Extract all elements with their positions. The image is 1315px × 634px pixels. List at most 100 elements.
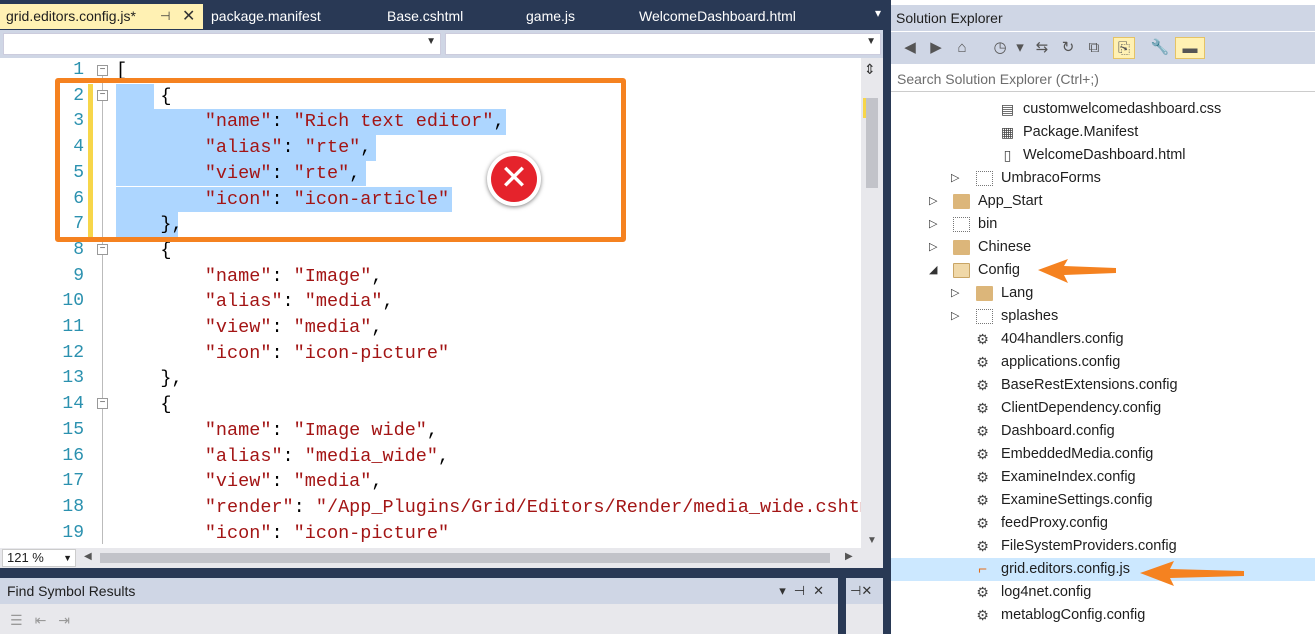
tree-item-css[interactable]: ▤ customwelcomedashboard.css bbox=[891, 98, 1315, 121]
tab-grid-editors-config[interactable]: grid.editors.config.js* ⊣ ✕ bbox=[0, 4, 203, 29]
callout-arrow-config bbox=[1038, 259, 1116, 283]
sync-icon[interactable]: ⇆ bbox=[1031, 37, 1053, 59]
expand-icon[interactable]: ▷ bbox=[951, 167, 963, 190]
tree-item-config-file[interactable]: ⚙ feedProxy.config bbox=[891, 512, 1315, 535]
tree-item-config-file[interactable]: ⚙ BaseRestExtensions.config bbox=[891, 374, 1315, 397]
show-all-files-icon[interactable]: ⎘ bbox=[1113, 37, 1135, 59]
config-file-icon: ⚙ bbox=[976, 492, 989, 508]
config-file-icon: ⚙ bbox=[976, 400, 989, 416]
document-tab-bar: grid.editors.config.js* ⊣ ✕ package.mani… bbox=[0, 4, 883, 29]
tree-item-config-file[interactable]: ⚙ 404handlers.config bbox=[891, 328, 1315, 351]
folder-icon bbox=[953, 240, 970, 255]
home-icon[interactable]: ⌂ bbox=[951, 37, 973, 59]
config-file-icon: ⚙ bbox=[976, 469, 989, 485]
expand-icon[interactable]: ▷ bbox=[929, 190, 941, 213]
tree-item-bin[interactable]: ▷ bin bbox=[891, 213, 1315, 236]
tab-welcome-dashboard[interactable]: WelcomeDashboard.html bbox=[633, 4, 833, 29]
collapse-icon[interactable]: − bbox=[97, 244, 108, 255]
tree-item-config-file[interactable]: ⚙ FileSystemProviders.config bbox=[891, 535, 1315, 558]
collapse-all-icon[interactable]: ⧉ bbox=[1083, 37, 1105, 59]
tree-item-app-start[interactable]: ▷ App_Start bbox=[891, 190, 1315, 213]
expand-icon[interactable]: ▷ bbox=[929, 213, 941, 236]
pin-icon[interactable]: ⊣ bbox=[794, 583, 813, 598]
collapse-icon[interactable]: ◢ bbox=[929, 259, 941, 282]
tree-item-label: 404handlers.config bbox=[1001, 331, 1124, 347]
tree-item-label: FileSystemProviders.config bbox=[1001, 538, 1177, 554]
chevron-down-icon[interactable]: ▾ bbox=[779, 583, 794, 598]
scroll-left-icon[interactable]: ◀ bbox=[84, 551, 92, 562]
previous-icon[interactable]: ⇤ bbox=[35, 612, 59, 628]
tree-item-splashes[interactable]: ▷ splashes bbox=[891, 305, 1315, 328]
expand-icon[interactable]: ▷ bbox=[951, 305, 963, 328]
tree-item-config-file[interactable]: ⚙ applications.config bbox=[891, 351, 1315, 374]
tree-item-label: Dashboard.config bbox=[1001, 423, 1115, 439]
code-line: }, bbox=[116, 368, 183, 390]
close-icon[interactable]: ✕ bbox=[861, 583, 872, 598]
tree-item-config-file[interactable]: ⚙ log4net.config bbox=[891, 581, 1315, 604]
tab-base-cshtml[interactable]: Base.cshtml bbox=[381, 4, 491, 29]
tree-item-label: customwelcomedashboard.css bbox=[1023, 101, 1222, 117]
tab-label: Base.cshtml bbox=[387, 8, 464, 24]
refresh-icon[interactable]: ↻ bbox=[1057, 37, 1079, 59]
scroll-right-icon[interactable]: ▶ bbox=[845, 551, 853, 562]
error-icon: ✕ bbox=[487, 152, 541, 206]
close-icon[interactable]: ✕ bbox=[182, 4, 195, 29]
navigation-bar: ▼ ▼ bbox=[0, 30, 883, 58]
vertical-scrollbar[interactable]: ⇕ ▼ bbox=[861, 58, 883, 548]
config-file-icon: ⚙ bbox=[976, 423, 989, 439]
pin-icon[interactable]: ⊣ bbox=[160, 4, 170, 29]
code-line: "alias": "media_wide", bbox=[204, 445, 450, 467]
tab-overflow-icon[interactable]: ▾ bbox=[875, 6, 881, 20]
back-icon[interactable]: ◀ bbox=[899, 37, 921, 59]
config-file-icon: ⚙ bbox=[976, 515, 989, 531]
config-file-icon: ⚙ bbox=[976, 607, 989, 623]
expand-icon[interactable]: ▷ bbox=[929, 236, 941, 259]
expand-icon[interactable]: ▷ bbox=[951, 282, 963, 305]
list-icon[interactable]: ☰ bbox=[10, 612, 35, 628]
code-line: "name": "Image wide", bbox=[204, 419, 439, 441]
split-icon[interactable]: ⇕ bbox=[864, 61, 876, 78]
tree-item-label: feedProxy.config bbox=[1001, 515, 1108, 531]
tree-item-package-manifest[interactable]: ▦ Package.Manifest bbox=[891, 121, 1315, 144]
forward-icon[interactable]: ▶ bbox=[925, 37, 947, 59]
code-line: "view": "media", bbox=[204, 317, 383, 338]
scroll-thumb[interactable] bbox=[866, 98, 878, 188]
line-number: 17 bbox=[62, 471, 84, 492]
tab-game-js[interactable]: game.js bbox=[520, 4, 610, 29]
zoom-dropdown[interactable]: 121 % ▼ bbox=[2, 549, 76, 567]
open-folder-icon bbox=[953, 263, 970, 278]
chevron-down-icon[interactable]: ▾ bbox=[1009, 37, 1031, 59]
member-dropdown[interactable]: ▼ bbox=[445, 33, 881, 55]
tree-item-welcome-dashboard[interactable]: ▯ WelcomeDashboard.html bbox=[891, 144, 1315, 167]
tree-item-config-file[interactable]: ⚙ ExamineIndex.config bbox=[891, 466, 1315, 489]
history-icon[interactable]: ◷ bbox=[989, 37, 1011, 59]
tree-item-config-file[interactable]: ⚙ EmbeddedMedia.config bbox=[891, 443, 1315, 466]
collapse-icon[interactable]: − bbox=[97, 398, 108, 409]
tree-item-config-file[interactable]: ⚙ ClientDependency.config bbox=[891, 397, 1315, 420]
line-number: 19 bbox=[62, 522, 84, 543]
scope-dropdown[interactable]: ▼ bbox=[3, 33, 441, 55]
tree-item-label: Config bbox=[978, 262, 1020, 278]
tree-item-label: Package.Manifest bbox=[1023, 124, 1139, 140]
manifest-file-icon: ▦ bbox=[1000, 124, 1015, 140]
tree-item-grid-editors-config[interactable]: ⌐ grid.editors.config.js bbox=[891, 558, 1315, 581]
tree-item-config-file[interactable]: ⚙ metablogConfig.config bbox=[891, 604, 1315, 627]
search-input[interactable]: Search Solution Explorer (Ctrl+;) bbox=[891, 66, 1315, 92]
tree-item-config-file[interactable]: ⚙ Dashboard.config bbox=[891, 420, 1315, 443]
close-icon[interactable]: ✕ bbox=[813, 583, 832, 598]
config-file-icon: ⚙ bbox=[976, 354, 989, 370]
next-icon[interactable]: ⇥ bbox=[58, 612, 82, 628]
pin-icon[interactable]: ⊣ bbox=[850, 583, 861, 598]
collapse-icon[interactable]: − bbox=[97, 65, 108, 76]
tree-item-label: ClientDependency.config bbox=[1001, 400, 1162, 416]
tab-package-manifest[interactable]: package.manifest bbox=[205, 4, 355, 29]
horizontal-scroll-thumb[interactable] bbox=[100, 553, 830, 563]
error-x: ✕ bbox=[491, 156, 537, 202]
scroll-down-icon[interactable]: ▼ bbox=[867, 535, 877, 546]
chevron-down-icon: ▼ bbox=[866, 36, 876, 47]
tree-item-umbracoforms[interactable]: ▷ UmbracoForms bbox=[891, 167, 1315, 190]
preview-icon[interactable]: ▬ bbox=[1175, 37, 1205, 59]
editor-pane: grid.editors.config.js* ⊣ ✕ package.mani… bbox=[0, 0, 883, 634]
properties-icon[interactable]: 🔧 bbox=[1149, 37, 1171, 59]
tree-item-config-file[interactable]: ⚙ ExamineSettings.config bbox=[891, 489, 1315, 512]
